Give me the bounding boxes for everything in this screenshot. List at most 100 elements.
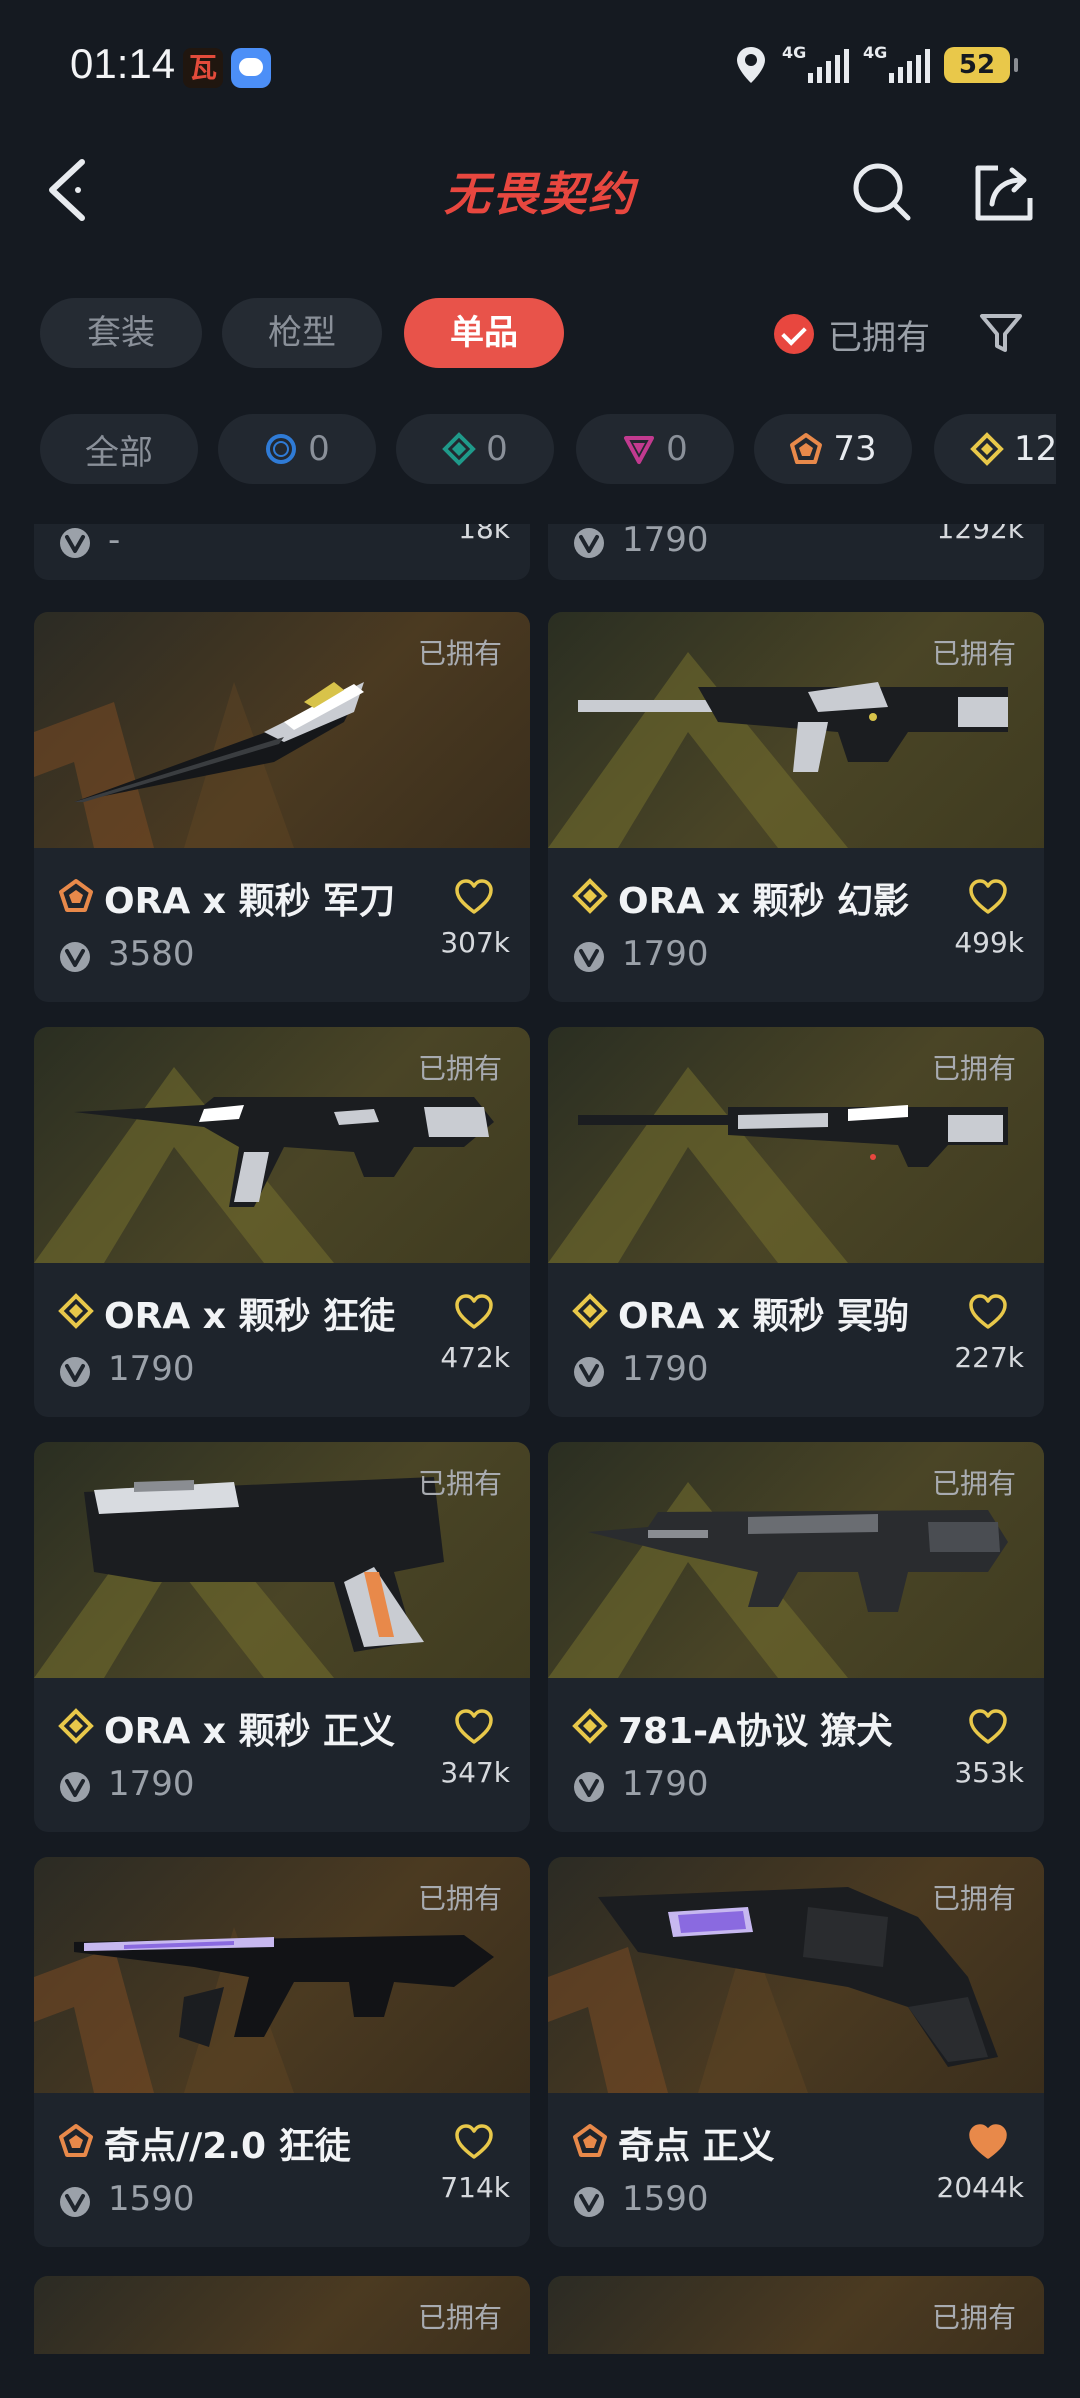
search-button[interactable]	[850, 160, 914, 224]
ultra-tier-icon	[572, 878, 608, 914]
valorant-app-icon: 瓦	[183, 48, 223, 88]
skin-card[interactable]: 已拥有 ORA x 颗秒 正义 1790 347k	[34, 1442, 530, 1832]
checkmark-icon	[774, 314, 814, 354]
ultra-diamond-icon	[970, 432, 1004, 466]
skin-card[interactable]: 已拥有奇点 正义 1590 2044k	[548, 1857, 1044, 2247]
card-image: 已拥有	[34, 612, 530, 848]
card-likes: 472k	[440, 1341, 510, 1374]
owned-tag: 已拥有	[931, 1882, 1016, 1915]
owned-filter-label: 已拥有	[828, 317, 930, 358]
card-price: 1590	[108, 2179, 195, 2219]
partial-card-top-right[interactable]: 1790 1292k	[548, 524, 1044, 580]
card-price: 1790	[108, 1764, 195, 1804]
card-likes: 2044k	[936, 2171, 1024, 2204]
share-icon	[975, 165, 1033, 221]
card-likes: 307k	[440, 926, 510, 959]
card-name: ORA x 颗秒 正义	[104, 1711, 396, 1752]
owned-tag: 已拥有	[931, 2301, 1016, 2334]
heart-icon[interactable]	[454, 1708, 494, 1746]
rarity-chip-premium[interactable]: 0	[576, 414, 734, 484]
card-image: 已拥有	[548, 1442, 1044, 1678]
skin-card[interactable]: 已拥有 781-A协议 獠犬 1790 353k	[548, 1442, 1044, 1832]
rarity-chip-deluxe[interactable]: 0	[396, 414, 554, 484]
card-price: 1790	[622, 1349, 709, 1389]
vp-currency-icon	[574, 1772, 604, 1802]
owned-tag: 已拥有	[417, 1052, 502, 1085]
partial-card-bottom-right[interactable]: 已拥有	[548, 2276, 1044, 2354]
card-price: -	[108, 524, 121, 560]
card-image: 已拥有	[34, 1857, 530, 2093]
vp-currency-icon	[574, 942, 604, 972]
heart-icon[interactable]	[454, 2123, 494, 2161]
heart-icon[interactable]	[968, 878, 1008, 916]
card-price: 1790	[622, 524, 709, 560]
owned-tag: 已拥有	[417, 1882, 502, 1915]
funnel-icon	[980, 314, 1022, 352]
vp-currency-icon	[574, 528, 604, 558]
signal-1-icon: 4G	[782, 43, 849, 83]
skin-card[interactable]: 已拥有 ORA x 颗秒 幻影 1790 499k	[548, 612, 1044, 1002]
owned-tag: 已拥有	[417, 637, 502, 670]
card-name: ORA x 颗秒 幻影	[618, 881, 910, 922]
tab-set[interactable]: 套装	[40, 298, 202, 368]
heart-icon[interactable]	[454, 1293, 494, 1331]
card-name: 奇点//2.0 狂徒	[104, 2126, 351, 2167]
card-name: ORA x 颗秒 军刀	[104, 881, 396, 922]
partial-card-top-left[interactable]: - 18k	[34, 524, 530, 580]
share-button[interactable]	[972, 160, 1036, 224]
heart-icon[interactable]	[968, 1708, 1008, 1746]
skin-card[interactable]: 已拥有 奇点//2.0 狂徒 1590 714k	[34, 1857, 530, 2247]
heart-icon[interactable]	[454, 878, 494, 916]
card-price: 1790	[622, 934, 709, 974]
owned-tag: 已拥有	[931, 1467, 1016, 1500]
tab-single-item[interactable]: 单品	[404, 298, 564, 368]
back-button[interactable]	[38, 150, 98, 230]
card-name: ORA x 颗秒 狂徒	[104, 1296, 396, 1337]
owned-tag: 已拥有	[417, 2301, 502, 2334]
filter-button[interactable]	[976, 308, 1026, 358]
owned-filter-toggle[interactable]: 已拥有	[774, 310, 930, 358]
rarity-chip-all[interactable]: 全部	[40, 414, 198, 484]
card-likes: 499k	[954, 926, 1024, 959]
skin-card[interactable]: 已拥有 ORA x 颗秒 狂徒 1790 472k	[34, 1027, 530, 1417]
status-right: 4G 4G 52	[734, 43, 1018, 86]
search-icon	[853, 163, 911, 221]
battery-icon: 52	[944, 47, 1018, 83]
status-bar: 01:14 瓦 4G 4G 52	[0, 0, 1080, 130]
heart-icon[interactable]	[968, 1293, 1008, 1331]
card-price: 1790	[108, 1349, 195, 1389]
exclusive-tier-icon	[59, 879, 93, 912]
owned-tag: 已拥有	[417, 1467, 502, 1500]
card-likes: 1292k	[936, 524, 1024, 545]
card-likes: 353k	[954, 1756, 1024, 1789]
owned-tag: 已拥有	[931, 637, 1016, 670]
card-image: 已拥有	[548, 612, 1044, 848]
rarity-chip-ultra[interactable]: 12	[934, 414, 1056, 484]
tab-weapon-type[interactable]: 枪型	[222, 298, 382, 368]
ultra-tier-icon	[58, 1293, 94, 1329]
vp-currency-icon	[60, 1772, 90, 1802]
card-price: 3580	[108, 934, 195, 974]
rarity-chip-select[interactable]: 0	[218, 414, 376, 484]
skin-card[interactable]: 已拥有 ORA x 颗秒 冥驹 1790 227k	[548, 1027, 1044, 1417]
card-likes: 347k	[440, 1756, 510, 1789]
deluxe-diamond-icon	[442, 432, 477, 466]
card-price: 1590	[622, 2179, 709, 2219]
exclusive-tier-icon	[573, 2124, 607, 2157]
card-name: 781-A协议 獠犬	[618, 1711, 893, 1752]
page-title: 无畏契约	[444, 167, 636, 221]
skin-card[interactable]: 已拥有 ORA x 颗秒 军刀 3580 307k	[34, 612, 530, 1002]
exclusive-tier-icon	[59, 2124, 93, 2157]
partial-card-bottom-left[interactable]: 已拥有	[34, 2276, 530, 2354]
skin-grid: - 18k 1790 1292k 已拥有 ORA x 颗秒 军刀 3580 307k 已…	[0, 524, 1080, 2354]
card-name: 奇点 正义	[618, 2126, 775, 2167]
location-icon	[737, 47, 765, 83]
signal-2-icon: 4G	[863, 43, 930, 83]
card-likes: 227k	[954, 1341, 1024, 1374]
heart-icon[interactable]	[968, 2123, 1008, 2161]
vp-currency-icon	[60, 1357, 90, 1387]
vp-currency-icon	[574, 1357, 604, 1387]
message-app-icon	[231, 48, 271, 88]
rarity-chip-exclusive[interactable]: 73	[754, 414, 912, 484]
vp-currency-icon	[60, 528, 90, 558]
